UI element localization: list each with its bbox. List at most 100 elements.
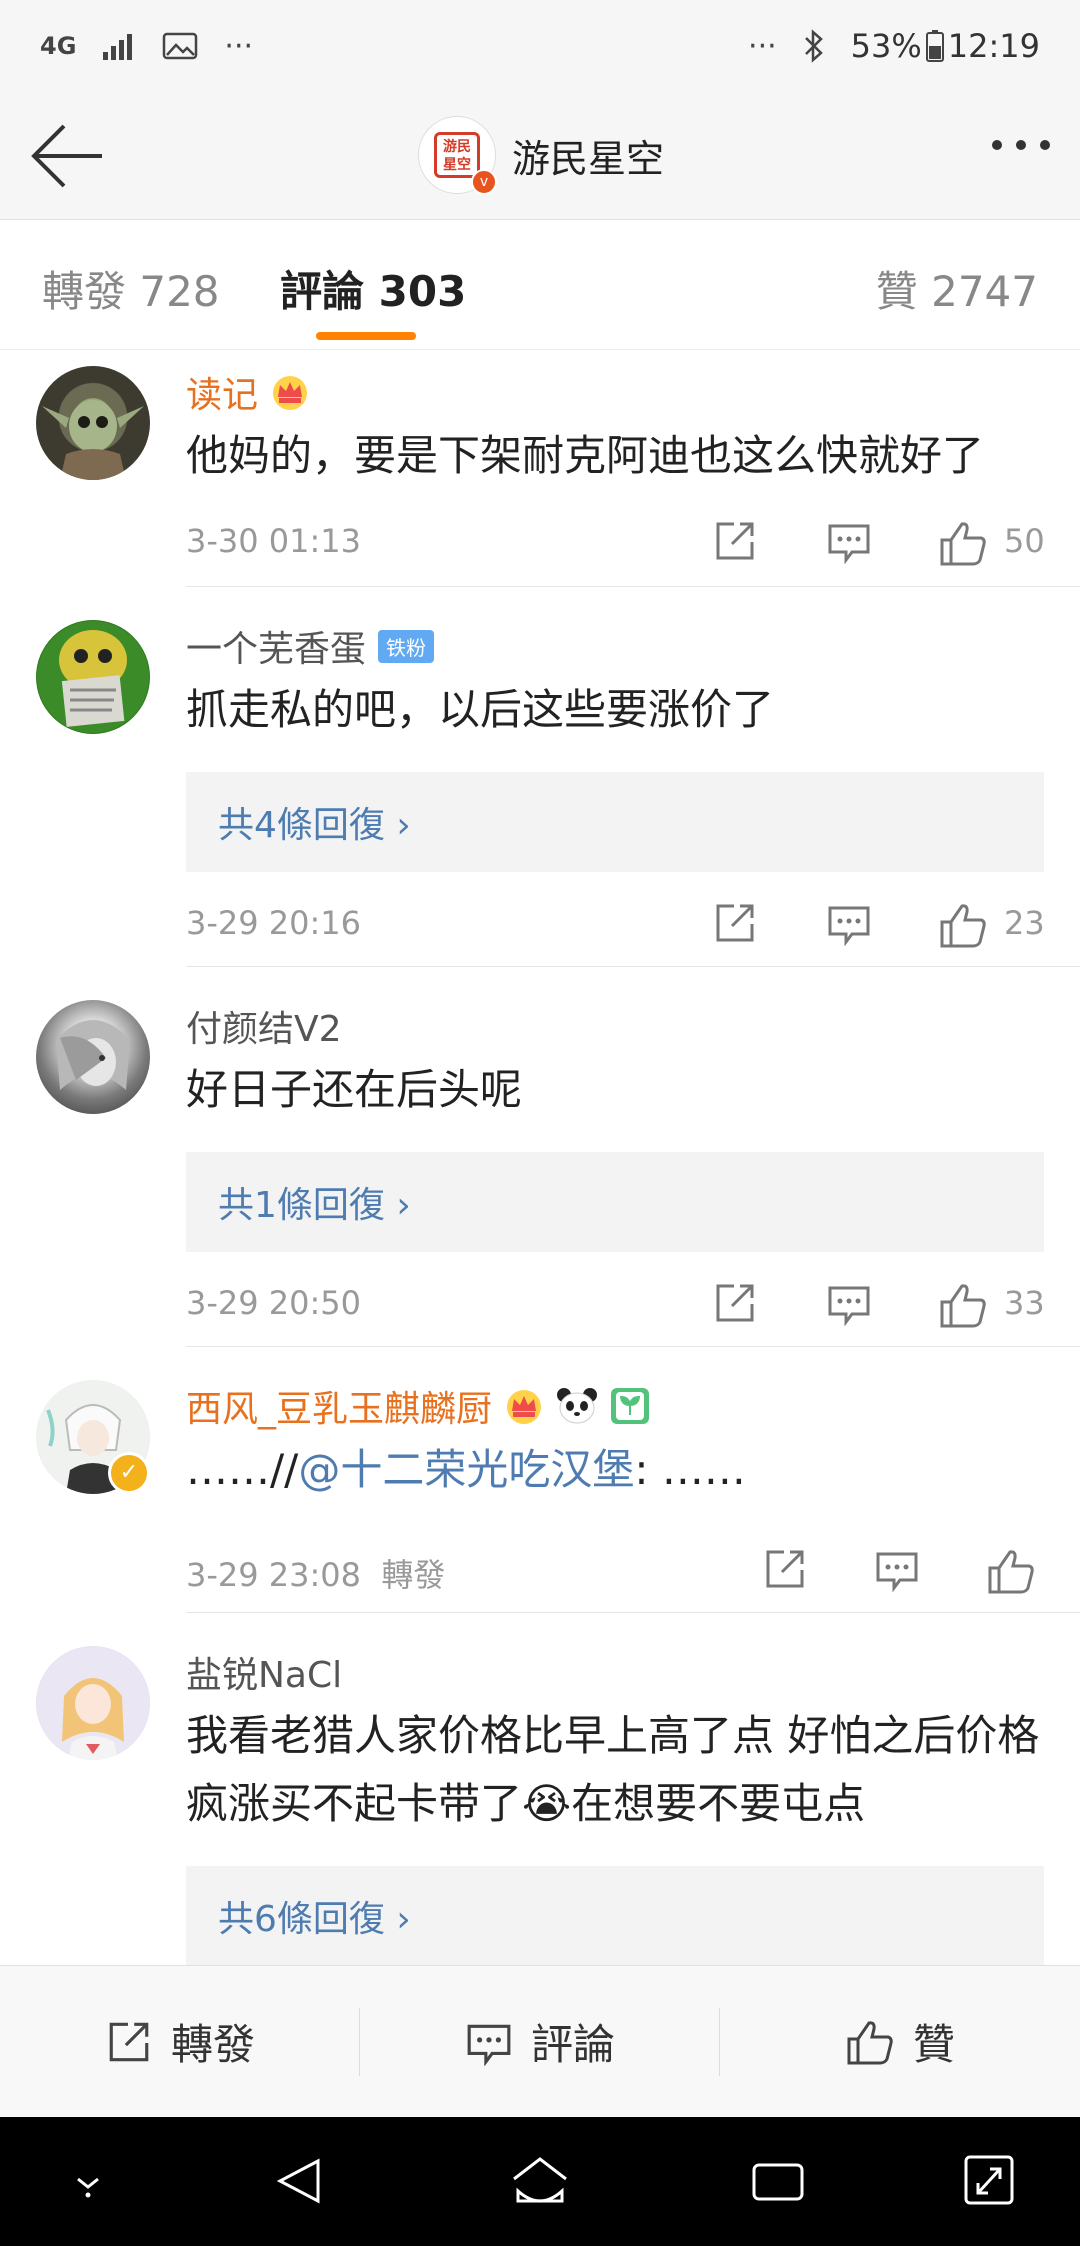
- like-icon[interactable]: [938, 518, 988, 568]
- account-name: 游民星空: [512, 136, 665, 181]
- share-icon[interactable]: [712, 900, 758, 946]
- comment-text: 好日子还在后头呢: [186, 1065, 523, 1114]
- share-icon[interactable]: [712, 518, 758, 564]
- expand-icon[interactable]: [960, 2149, 1020, 2213]
- comment-meta: 3-30 01:13 50: [186, 510, 1045, 580]
- signal-icon: [103, 34, 133, 60]
- panda-icon: [557, 1388, 598, 1424]
- back-arrow-icon[interactable]: [30, 120, 106, 192]
- comment-text: 他妈的，要是下架耐克阿迪也这么快就好了: [186, 431, 985, 480]
- crown-icon: [507, 1390, 542, 1424]
- comment-time: 3-29 20:50: [186, 1284, 362, 1322]
- comment-time: 3-30 01:13: [186, 522, 362, 560]
- avatar[interactable]: [36, 366, 150, 480]
- comment-button[interactable]: 評論: [360, 1966, 720, 2117]
- hide-keyboard-icon[interactable]: [64, 2149, 112, 2213]
- like-count: 50: [1004, 522, 1045, 560]
- avatar[interactable]: [36, 620, 150, 734]
- repost-button[interactable]: 轉發: [0, 1966, 360, 2117]
- share-icon[interactable]: [712, 1280, 758, 1326]
- mention-link[interactable]: @十二荣光吃汉堡: [298, 1445, 634, 1494]
- bluetooth-icon: [804, 29, 823, 63]
- top-nav-bar: 游民 星空 v 游民星空: [0, 92, 1080, 220]
- like-icon[interactable]: [986, 1546, 1036, 1596]
- divider: [186, 966, 1080, 967]
- like-label: 贊: [912, 2020, 955, 2069]
- comment-body: 一个芜香蛋 铁粉 抓走私的吧，以后这些要涨价了 共4條回復 › 3-29 20:…: [186, 620, 1045, 962]
- battery-percent: 53%: [850, 27, 922, 65]
- comment-text: 抓走私的吧，以后这些要涨价了: [186, 685, 775, 734]
- comment-icon[interactable]: [874, 1546, 920, 1592]
- back-icon[interactable]: [270, 2149, 330, 2213]
- repost-label: 轉發: [170, 2020, 255, 2069]
- username[interactable]: 付颜结V2: [186, 1000, 342, 1052]
- comment-label: 評論: [530, 2020, 615, 2069]
- comment-meta: 3-29 23:08 轉發: [186, 1538, 1044, 1608]
- notification-more-icon: ···: [224, 28, 254, 64]
- comment-text: 我看老猎人家价格比早上高了点 好怕之后价格疯涨买不起卡带了😭在想要不要屯点: [186, 1711, 1040, 1828]
- sprout-badge-icon: [611, 1388, 650, 1424]
- status-bar: 4G ··· ··· 53% 12:19: [0, 0, 1080, 92]
- comment-icon: [467, 2024, 511, 2066]
- comment-time: 3-29 23:08 轉發: [186, 1550, 445, 1596]
- comment-icon[interactable]: [826, 900, 872, 946]
- like-count: 33: [1004, 1284, 1045, 1322]
- verified-badge: ✓: [108, 1452, 150, 1494]
- fan-badge: 铁粉: [378, 629, 435, 663]
- comment-icon[interactable]: [826, 518, 872, 564]
- like-count: 23: [1004, 904, 1045, 942]
- battery-icon: [925, 30, 944, 62]
- comment-list[interactable]: 读记 他妈的，要是下架耐克阿迪也这么快就好了 3-30 01:13 50 一个芜…: [0, 350, 1080, 1965]
- system-navigation-bar: [0, 2117, 1080, 2246]
- view-replies-button[interactable]: 共4條回復 ›: [186, 772, 1044, 872]
- crown-icon: [273, 376, 308, 410]
- account-avatar[interactable]: 游民 星空 v: [418, 116, 497, 195]
- comment-meta: 3-29 20:16 23: [186, 892, 1045, 962]
- recent-apps-icon[interactable]: [748, 2149, 808, 2213]
- tab-comments[interactable]: 評論 303: [280, 258, 466, 319]
- avatar[interactable]: [36, 1646, 150, 1760]
- comment-time: 3-29 20:16: [186, 904, 362, 942]
- clock: 12:19: [947, 27, 1040, 65]
- tab-reposts[interactable]: 轉發 728: [42, 258, 220, 319]
- avatar[interactable]: [36, 1000, 150, 1114]
- tab-likes[interactable]: 贊 2747: [876, 258, 1038, 319]
- divider: [186, 586, 1080, 587]
- comment-meta: 3-29 20:50 33: [186, 1272, 1045, 1342]
- comment-text: ……//@十二荣光吃汉堡: ……: [186, 1436, 1044, 1504]
- username[interactable]: 盐锐NaCl: [186, 1646, 342, 1698]
- like-icon[interactable]: [938, 1280, 988, 1330]
- comment-text-suffix: : ……: [634, 1445, 746, 1494]
- divider: [186, 1612, 1080, 1613]
- network-4g-icon: 4G: [40, 32, 77, 60]
- tab-bar: 轉發 728 評論 303 贊 2747: [0, 220, 1080, 350]
- account-logo: 游民 星空: [434, 132, 480, 178]
- comment-body: 读记 他妈的，要是下架耐克阿迪也这么快就好了 3-30 01:13 50: [186, 366, 1045, 580]
- comment-time-value: 3-29 23:08: [186, 1556, 362, 1594]
- image-icon: [163, 32, 198, 60]
- avatar[interactable]: ✓: [36, 1380, 150, 1494]
- more-options-icon[interactable]: [992, 140, 1050, 150]
- active-tab-indicator: [316, 332, 416, 340]
- username[interactable]: 一个芜香蛋: [186, 620, 366, 672]
- comment-body: 付颜结V2 好日子还在后头呢 共1條回復 › 3-29 20:50 33: [186, 1000, 1045, 1342]
- home-icon[interactable]: [508, 2149, 572, 2213]
- bottom-action-bar: 轉發 評論 贊: [0, 1965, 1080, 2117]
- verified-badge: v: [471, 169, 497, 195]
- divider: [186, 1346, 1080, 1347]
- comment-body: 盐锐NaCl 我看老猎人家价格比早上高了点 好怕之后价格疯涨买不起卡带了😭在想要…: [186, 1646, 1044, 1965]
- repost-label: 轉發: [381, 1556, 446, 1594]
- view-replies-button[interactable]: 共6條回復 ›: [186, 1866, 1044, 1965]
- view-replies-button[interactable]: 共1條回復 ›: [186, 1152, 1044, 1252]
- share-icon[interactable]: [762, 1546, 808, 1592]
- like-icon[interactable]: [938, 900, 988, 950]
- like-button[interactable]: 贊: [720, 1966, 1080, 2117]
- like-icon: [847, 2020, 893, 2064]
- account-header[interactable]: 游民 星空 v 游民星空: [418, 116, 665, 195]
- status-more-icon: ···: [748, 28, 777, 64]
- comment-icon[interactable]: [826, 1280, 872, 1326]
- username[interactable]: 读记: [186, 366, 258, 418]
- comment-text-prefix: ……//: [186, 1445, 299, 1494]
- username[interactable]: 西风_豆乳玉麒麟厨: [186, 1380, 492, 1432]
- comment-body: 西风_豆乳玉麒麟厨 ……//@十二荣光吃汉堡: …… 3-29 23:08 轉發: [186, 1380, 1044, 1608]
